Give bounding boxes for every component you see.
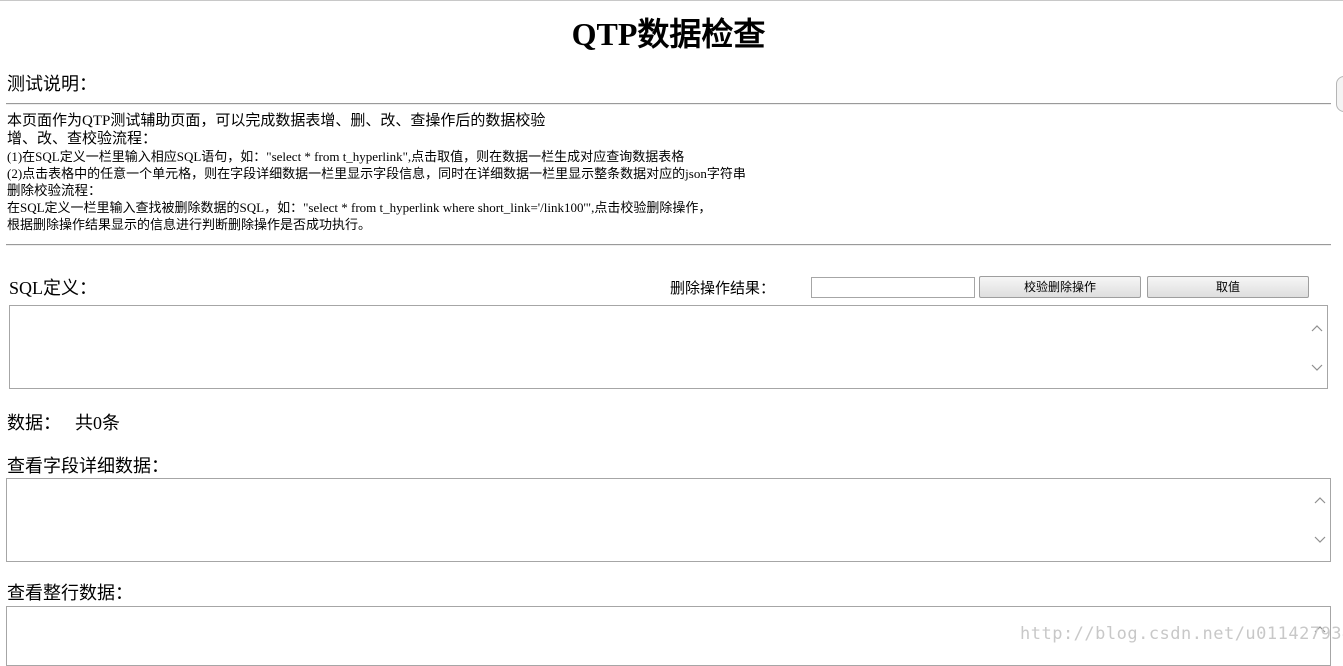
field-detail-textarea[interactable] — [6, 478, 1331, 562]
divider-bottom — [6, 244, 1331, 246]
sql-textarea[interactable] — [9, 305, 1328, 389]
page-title: QTP数据检查 — [571, 16, 766, 52]
description-heading: 测试说明： — [7, 74, 97, 94]
data-count: 共0条 — [75, 413, 120, 433]
description-line: (1)在SQL定义一栏里输入相应SQL语句，如："select * from t… — [7, 149, 685, 164]
scroll-down-icon[interactable] — [1311, 363, 1323, 373]
description-line: (2)点击表格中的任意一个单元格，则在字段详细数据一栏里显示字段信息，同时在详细… — [7, 166, 746, 181]
description-block: 本页面作为QTP测试辅助页面，可以完成数据表增、删、改、查操作后的数据校验 增、… — [7, 112, 1327, 233]
side-edge-handle[interactable] — [1336, 76, 1343, 112]
watermark-text: http://blog.csdn.net/u011427934 — [1020, 624, 1343, 644]
divider-top — [6, 103, 1331, 105]
description-line: 根据删除操作结果显示的信息进行判断删除操作是否成功执行。 — [7, 217, 372, 232]
description-line: 删除校验流程： — [7, 183, 102, 198]
top-border — [0, 0, 1343, 1]
data-label: 数据： — [7, 413, 61, 433]
scroll-up-icon[interactable] — [1314, 495, 1326, 505]
description-line: 增、改、查校验流程： — [7, 131, 158, 147]
scroll-down-icon[interactable] — [1314, 535, 1326, 545]
row-detail-label: 查看整行数据： — [7, 583, 133, 603]
scroll-up-icon[interactable] — [1311, 323, 1323, 333]
delete-result-input[interactable] — [811, 277, 975, 298]
delete-result-label: 删除操作结果： — [670, 281, 776, 297]
field-detail-label: 查看字段详细数据： — [7, 456, 169, 476]
fetch-button[interactable]: 取值 — [1147, 276, 1309, 298]
description-line: 本页面作为QTP测试辅助页面，可以完成数据表增、删、改、查操作后的数据校验 — [7, 113, 546, 129]
description-line: 在SQL定义一栏里输入查找被删除数据的SQL，如："select * from … — [7, 200, 712, 215]
sql-label: SQL定义： — [9, 278, 98, 298]
verify-delete-button[interactable]: 校验删除操作 — [979, 276, 1141, 298]
